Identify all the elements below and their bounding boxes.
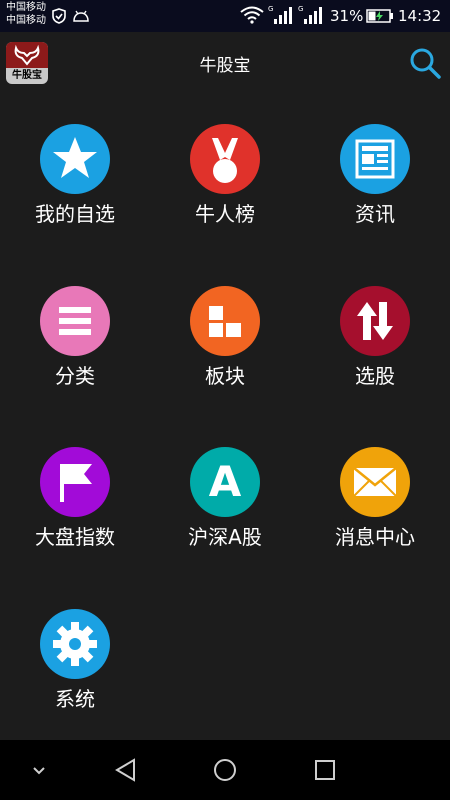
menu-item-top-traders[interactable]: 牛人榜 [150,94,300,254]
menu-item-system[interactable]: 系统 [0,579,150,739]
menu-icon-circle [40,447,110,517]
news-icon [355,139,395,179]
status-bar: 中国移动 中国移动 G G 31% 14:32 [0,0,450,32]
carrier-label-1: 中国移动 [6,2,46,13]
back-icon[interactable] [111,755,141,785]
chevron-down-icon[interactable] [24,755,54,785]
signal-icon: G G [268,5,322,24]
medal-icon [212,138,238,183]
shield-icon [52,8,66,24]
recents-icon[interactable] [310,755,340,785]
menu-item-label: 分类 [55,364,95,388]
menu-item-categories[interactable]: 分类 [0,256,150,416]
menu-item-market-index[interactable]: 大盘指数 [0,417,150,577]
menu-item-sectors[interactable]: 板块 [150,256,300,416]
battery-charging-icon [366,9,393,23]
menu-item-label: 大盘指数 [35,525,115,549]
menu-item-label: 资讯 [355,202,395,226]
android-icon [73,10,89,22]
menu-icon-circle [40,124,110,194]
navigation-bar [0,740,450,800]
menu-item-label: 板块 [205,364,245,388]
menu-icon-circle: A [190,447,260,517]
wifi-icon [240,6,264,24]
svg-text:G: G [268,5,273,13]
home-icon[interactable] [210,755,240,785]
blocks-icon [209,306,241,337]
menu-icon-circle [40,609,110,679]
menu-item-label: 选股 [355,364,395,388]
menu-item-a-shares[interactable]: A 沪深A股 [150,417,300,577]
flag-icon [60,464,92,502]
menu-item-favorites[interactable]: 我的自选 [0,94,150,254]
star-icon [53,137,97,178]
menu-icon-circle [340,286,410,356]
app-bar: 牛股宝 牛股宝 [0,32,450,94]
menu-item-label: 系统 [55,687,95,711]
search-icon[interactable] [408,46,442,80]
updown-arrows-icon [357,302,393,340]
menu-icon-circle [340,124,410,194]
menu-icon-circle [40,286,110,356]
envelope-icon [353,467,397,497]
list-icon [59,307,91,335]
menu-item-message-center[interactable]: 消息中心 [300,417,450,577]
svg-text:G: G [298,5,303,13]
gear-icon [53,622,97,666]
menu-item-label: 沪深A股 [188,525,262,549]
menu-grid: 我的自选 牛人榜 资讯 分类 板块 选股 大盘指数 A 沪深A股 消息中心 系统 [0,94,450,740]
menu-item-news[interactable]: 资讯 [300,94,450,254]
battery-percentage: 31% [330,7,364,25]
letter-a-icon: A [208,457,242,506]
carrier-label-2: 中国移动 [6,15,46,26]
menu-item-label: 我的自选 [35,202,115,226]
clock: 14:32 [398,7,442,25]
menu-icon-circle [190,286,260,356]
menu-icon-circle [190,124,260,194]
page-title: 牛股宝 [199,56,251,76]
menu-icon-circle [340,447,410,517]
menu-item-label: 牛人榜 [195,202,255,226]
menu-item-stock-picker[interactable]: 选股 [300,256,450,416]
menu-item-label: 消息中心 [335,525,415,549]
